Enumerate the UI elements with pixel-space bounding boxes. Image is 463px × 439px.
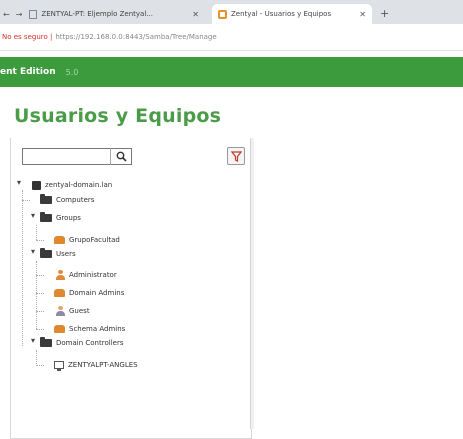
user-icon [56, 270, 65, 280]
tree-node-group[interactable]: GrupoFacultad [54, 233, 120, 247]
tree-node-user[interactable]: Administrator [56, 268, 117, 282]
tree-connector [36, 311, 44, 312]
new-tab-icon[interactable]: + [380, 7, 389, 20]
tree-node-domain-controllers[interactable]: Domain Controllers [40, 336, 123, 350]
folder-icon [40, 212, 52, 222]
folder-icon [40, 337, 52, 347]
tree-node-users[interactable]: Users [40, 247, 76, 261]
collapse-toggle-icon[interactable]: ▾ [31, 211, 35, 220]
tree-connector [36, 293, 44, 294]
tree-node-computer[interactable]: ZENTYALPT-ANGLES [54, 358, 138, 372]
group-icon [54, 325, 65, 333]
guest-user-icon [56, 306, 65, 316]
tree-connector [22, 190, 23, 346]
folder-icon [40, 248, 52, 258]
tree-node-computers[interactable]: Computers [40, 193, 94, 207]
tree-connector [22, 200, 30, 201]
tree-node-group[interactable]: Domain Admins [54, 286, 124, 300]
group-icon [54, 236, 65, 244]
collapse-toggle-icon[interactable]: ▾ [17, 178, 21, 187]
domain-tree: ▾ zentyal-domain.lan Computers ▾ Groups … [0, 0, 250, 429]
tree-node-label: GrupoFacultad [69, 236, 120, 244]
collapse-toggle-icon[interactable]: ▾ [31, 336, 35, 345]
tree-node-label: Domain Admins [69, 289, 125, 297]
panel-splitter[interactable] [250, 138, 254, 429]
tree-node-groups[interactable]: Groups [40, 211, 81, 225]
tree-node-label: ZENTYALPT-ANGLES [68, 361, 138, 369]
tree-connector [36, 350, 37, 366]
tree-node-label: Groups [56, 214, 81, 222]
domain-icon [32, 180, 41, 190]
folder-icon [40, 194, 52, 204]
group-icon [54, 289, 65, 297]
tree-node-label: Computers [56, 196, 95, 204]
close-tab-icon[interactable]: ✕ [359, 10, 366, 19]
tree-node-root[interactable]: zentyal-domain.lan [32, 178, 112, 192]
tree-node-label: zentyal-domain.lan [45, 181, 113, 189]
tree-connector [36, 240, 44, 241]
tree-connector [36, 329, 44, 330]
tree-node-group[interactable]: Schema Admins [54, 322, 125, 336]
tree-node-label: Schema Admins [69, 325, 126, 333]
tree-node-label: Guest [69, 307, 90, 315]
tree-node-label: Users [56, 250, 76, 258]
computer-icon [54, 361, 64, 371]
tree-connector [36, 225, 37, 240]
tree-node-label: Administrator [69, 271, 117, 279]
tree-node-label: Domain Controllers [56, 339, 124, 347]
tree-node-user[interactable]: Guest [56, 304, 90, 318]
tree-connector [36, 275, 44, 276]
tree-connector [36, 365, 44, 366]
tree-connector [36, 261, 37, 329]
collapse-toggle-icon[interactable]: ▾ [31, 247, 35, 256]
